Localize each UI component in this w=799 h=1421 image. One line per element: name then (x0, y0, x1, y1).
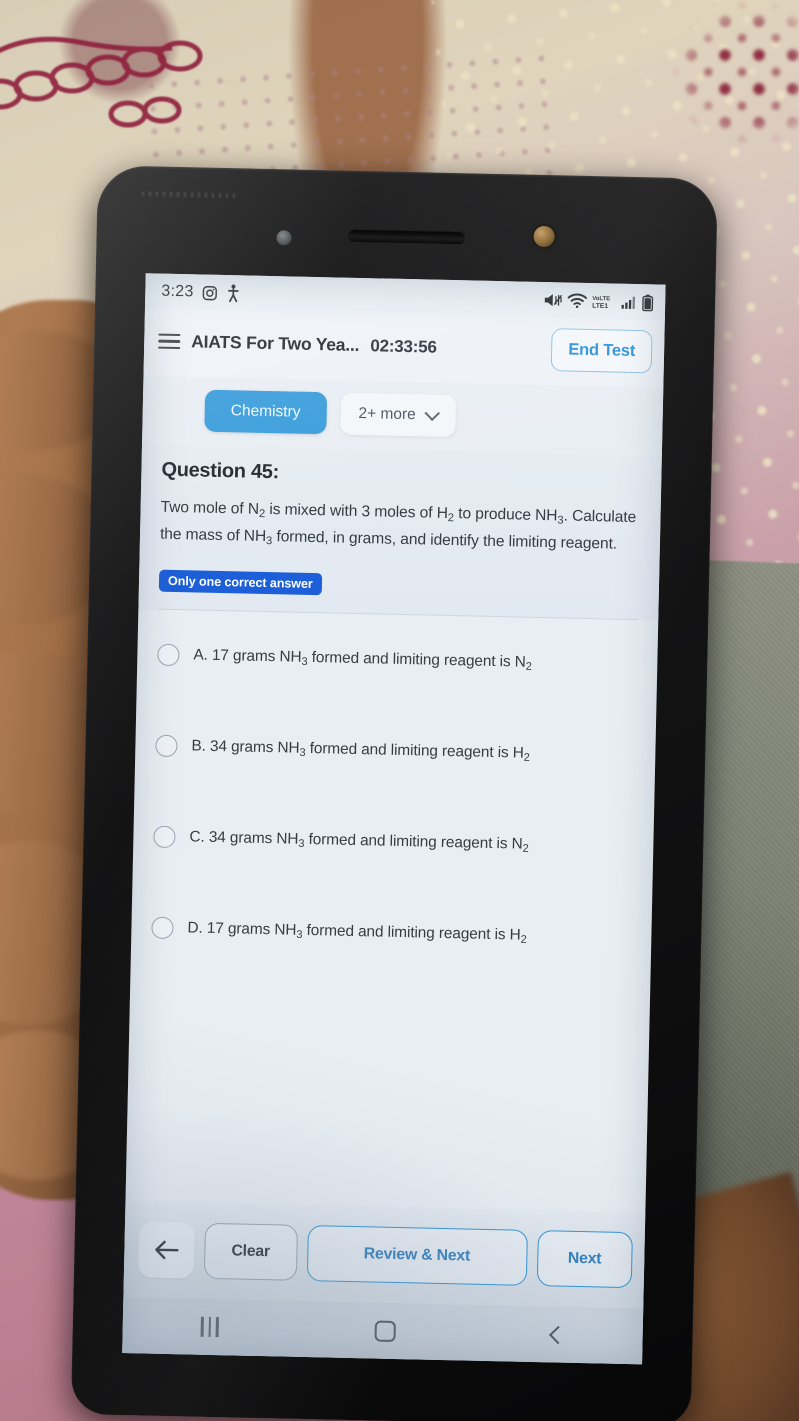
smartphone-device: 3:23 VoLTE LTE1 AIATS For Two Yea... 02:… (70, 165, 718, 1421)
phone-screen: 3:23 VoLTE LTE1 AIATS For Two Yea... 02:… (122, 273, 666, 1365)
test-title: AIATS For Two Yea... (191, 331, 360, 355)
svg-text:VoLTE: VoLTE (592, 295, 610, 301)
back-chevron-icon[interactable] (548, 1325, 568, 1344)
back-button[interactable] (137, 1221, 196, 1279)
radio-button-c[interactable] (153, 826, 176, 849)
question-text: Two mole of N2 is mixed with 3 moles of … (159, 498, 637, 554)
volte-signal-icon: VoLTE LTE1 (592, 295, 610, 309)
next-button[interactable]: Next (536, 1230, 633, 1289)
proximity-sensor (276, 230, 292, 246)
countdown-timer: 02:33:56 (370, 335, 437, 357)
android-nav-bar (122, 1297, 644, 1365)
option-d-label: D. 17 grams NH3 formed and limiting reag… (187, 919, 527, 946)
wifi-icon (567, 293, 587, 308)
question-number: Question 45: (161, 458, 280, 484)
front-camera (533, 225, 555, 248)
tab-more-dropdown[interactable]: 2+ more (340, 392, 457, 438)
arrow-left-icon (155, 1240, 179, 1260)
radio-button-d[interactable] (151, 916, 174, 940)
app-header: AIATS For Two Yea... 02:33:56 End Test (143, 309, 665, 388)
battery-icon (642, 294, 654, 311)
answer-type-badge: Only one correct answer (158, 569, 322, 596)
option-a-label: A. 17 grams NH3 formed and limiting reag… (193, 646, 532, 673)
option-a[interactable]: A. 17 grams NH3 formed and limiting reag… (156, 610, 640, 711)
clear-button[interactable]: Clear (203, 1222, 298, 1281)
signal-bars-icon (621, 296, 636, 309)
answer-options-list: A. 17 grams NH3 formed and limiting reag… (130, 609, 658, 984)
status-clock: 3:23 (161, 282, 194, 301)
option-b-label: B. 34 grams NH3 formed and limiting reag… (191, 737, 530, 764)
photograph-background: 3:23 VoLTE LTE1 AIATS For Two Yea... 02:… (0, 0, 799, 1421)
tab-chemistry[interactable]: Chemistry (204, 389, 327, 435)
status-bar-right: VoLTE LTE1 (543, 291, 654, 311)
status-bar-left: 3:23 (161, 283, 241, 303)
mute-icon (544, 294, 563, 307)
speaker-grille (141, 191, 238, 199)
hamburger-icon[interactable] (158, 333, 181, 350)
option-b[interactable]: B. 34 grams NH3 formed and limiting reag… (154, 701, 638, 802)
home-icon[interactable] (374, 1320, 396, 1342)
earpiece-speaker (347, 228, 466, 245)
instagram-icon (203, 285, 218, 300)
subject-tab-bar: Chemistry 2+ more (141, 376, 664, 456)
chevron-down-icon (424, 404, 441, 421)
option-d[interactable]: D. 17 grams NH3 formed and limiting reag… (150, 883, 634, 984)
svg-text:LTE1: LTE1 (592, 302, 608, 309)
recent-apps-icon[interactable] (200, 1316, 219, 1338)
option-c[interactable]: C. 34 grams NH3 formed and limiting reag… (152, 792, 636, 893)
embroidery-chain-pattern (0, 36, 203, 128)
end-test-button[interactable]: End Test (550, 328, 653, 374)
tab-more-label: 2+ more (358, 404, 416, 424)
fabric-floral-pattern (640, 0, 799, 200)
option-c-label: C. 34 grams NH3 formed and limiting reag… (189, 828, 529, 855)
question-section: Question 45: Two mole of N2 is mixed wit… (138, 444, 662, 621)
pedometer-icon (228, 284, 240, 303)
review-and-next-button[interactable]: Review & Next (306, 1225, 528, 1286)
radio-button-a[interactable] (157, 644, 180, 667)
radio-button-b[interactable] (155, 735, 178, 758)
action-bar: Clear Review & Next Next (123, 1201, 646, 1309)
